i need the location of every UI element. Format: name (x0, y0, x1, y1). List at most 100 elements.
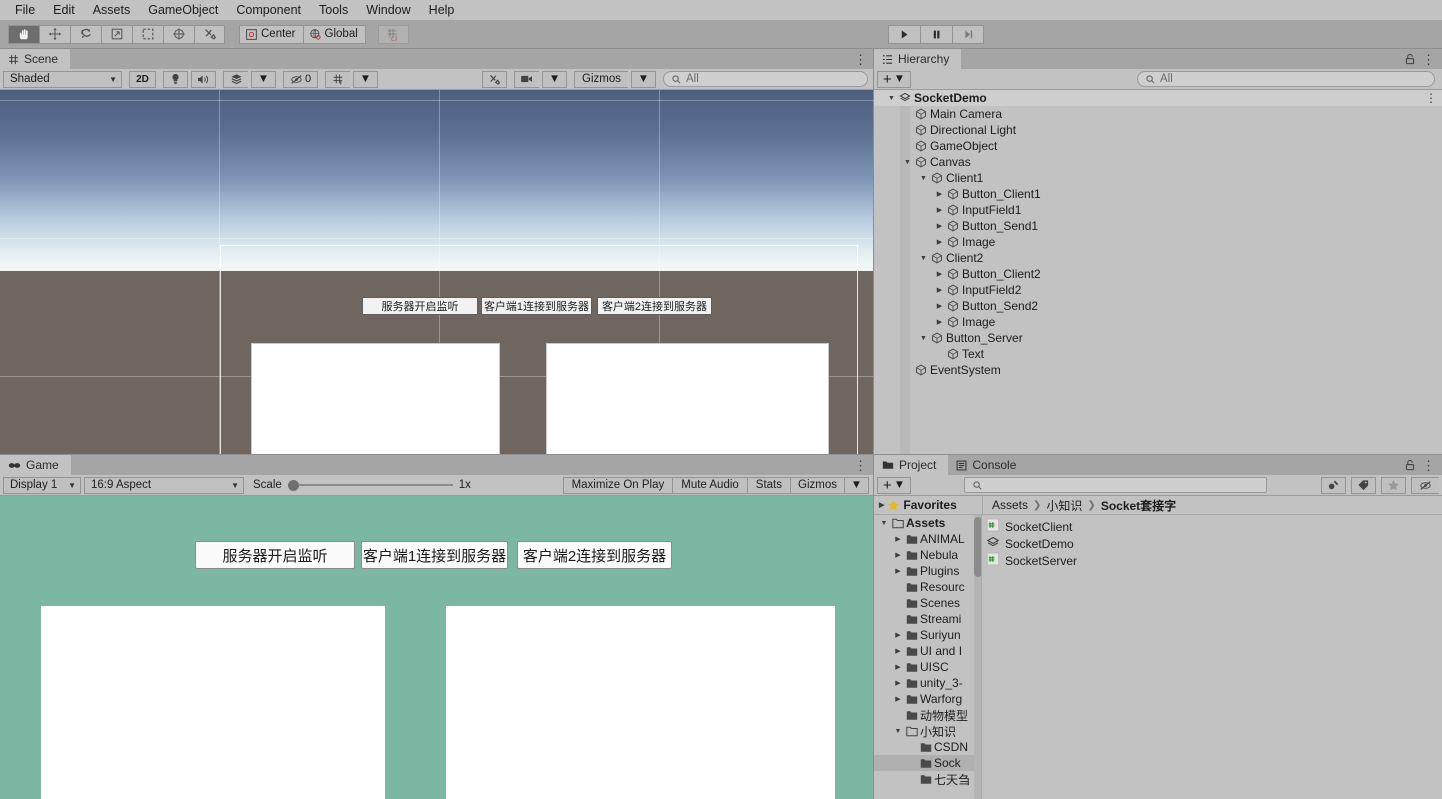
hierarchy-item-button-send1[interactable]: ▶ Button_Send1 (874, 218, 1442, 234)
project-folder-小知识[interactable]: ▼ 小知识 (874, 723, 974, 739)
menu-item-tools[interactable]: Tools (310, 0, 357, 20)
menu-item-assets[interactable]: Assets (84, 0, 140, 20)
stats-button[interactable]: Stats (746, 476, 791, 494)
scale-tool-button[interactable] (101, 24, 132, 44)
scene-options-kebab[interactable]: ⋮ (854, 53, 867, 66)
hierarchy-item-button-client1[interactable]: ▶ Button_Client1 (874, 186, 1442, 202)
game-button-client2[interactable]: 客户端2连接到服务器 (517, 541, 672, 569)
hierarchy-item-inputfield1[interactable]: ▶ InputField1 (874, 202, 1442, 218)
project-folder-ui-and-i[interactable]: ▶ UI and I (874, 643, 974, 659)
scale-slider-thumb[interactable] (287, 480, 299, 491)
game-gizmos-dropdown[interactable]: ▼ (844, 476, 869, 494)
tab-scene[interactable]: Scene (0, 49, 71, 69)
scene-search-input[interactable]: All (663, 71, 868, 87)
chevron-down-icon[interactable]: ▼ (918, 255, 929, 262)
breadcrumb-item-assets[interactable]: Assets (992, 498, 1028, 512)
game-button-client1[interactable]: 客户端1连接到服务器 (361, 541, 508, 569)
project-folder-animal[interactable]: ▶ ANIMAL (874, 531, 974, 547)
chevron-down-icon[interactable]: ▼ (918, 175, 929, 182)
project-folder-unity-3-[interactable]: ▶ unity_3- (874, 675, 974, 691)
grid-snap-button[interactable] (377, 24, 409, 44)
project-folder-streami[interactable]: Streami (874, 611, 974, 627)
project-file-socketserver[interactable]: SocketServer (982, 552, 1442, 569)
menu-item-gameobject[interactable]: GameObject (139, 0, 227, 20)
scene-gizmos-button[interactable]: Gizmos (574, 70, 628, 88)
hierarchy-item-image[interactable]: ▶ Image (874, 234, 1442, 250)
scene-fx-dropdown[interactable]: ▼ (251, 70, 276, 88)
project-file-socketdemo[interactable]: SocketDemo (982, 535, 1442, 552)
project-folder-csdn[interactable]: CSDN (874, 739, 974, 755)
hierarchy-tree[interactable]: ▼ SocketDemo ⋮ Main Camera Directional Light… (874, 90, 1442, 455)
tab-hierarchy[interactable]: Hierarchy (874, 49, 962, 69)
hierarchy-item-inputfield2[interactable]: ▶ InputField2 (874, 282, 1442, 298)
display-dropdown[interactable]: Display 1 ▼ (3, 476, 81, 494)
project-folder-sock[interactable]: Sock (874, 755, 974, 771)
chevron-down-icon[interactable]: ▼ (902, 159, 913, 166)
chevron-down-icon[interactable]: ▼ (878, 520, 890, 527)
hierarchy-item-button-client2[interactable]: ▶ Button_Client2 (874, 266, 1442, 282)
transform-tool-button[interactable] (163, 24, 194, 44)
scene-tools-button[interactable] (482, 70, 508, 88)
scene-audio-count-button[interactable]: 0 (283, 70, 318, 88)
menu-item-help[interactable]: Help (420, 0, 464, 20)
handle-mode-button[interactable]: Global (302, 24, 366, 44)
rotate-tool-button[interactable] (70, 24, 101, 44)
project-folder-suriyun[interactable]: ▶ Suriyun (874, 627, 974, 643)
scale-slider-group[interactable]: Scale 1x (253, 479, 471, 491)
scene-lighting-button[interactable] (163, 70, 188, 88)
chevron-right-icon[interactable]: ▶ (934, 302, 945, 310)
hierarchy-item-gameobject[interactable]: GameObject (874, 138, 1442, 154)
project-visibility-button[interactable] (1411, 476, 1439, 494)
project-search-input[interactable] (963, 477, 1267, 493)
chevron-right-icon[interactable]: ▶ (892, 695, 904, 703)
chevron-right-icon[interactable]: ▶ (892, 647, 904, 655)
project-folder-resourc[interactable]: Resourc (874, 579, 974, 595)
scene-fx-button[interactable] (223, 70, 248, 88)
chevron-down-icon[interactable]: ▼ (886, 95, 897, 102)
hierarchy-item-button-send2[interactable]: ▶ Button_Send2 (874, 298, 1442, 314)
project-folder-tree[interactable]: ▼ Assets ▶ ANIMAL ▶ Nebula ▶ Plugins Resourc Scen… (874, 515, 974, 799)
scene-audio-button[interactable] (191, 70, 216, 88)
hierarchy-create-button[interactable]: + ▼ (877, 70, 911, 88)
lock-icon[interactable] (1405, 53, 1415, 65)
hierarchy-item-client1[interactable]: ▼ Client1 (874, 170, 1442, 186)
move-tool-button[interactable] (39, 24, 70, 44)
project-file-socketclient[interactable]: SocketClient (982, 518, 1442, 535)
menu-item-file[interactable]: File (6, 0, 44, 20)
hierarchy-item-text[interactable]: Text (874, 346, 1442, 362)
hierarchy-item-image[interactable]: ▶ Image (874, 314, 1442, 330)
project-folder-七天刍[interactable]: 七天刍 (874, 771, 974, 787)
game-button-server[interactable]: 服务器开启监听 (195, 541, 355, 569)
chevron-right-icon[interactable]: ▶ (934, 222, 945, 230)
hierarchy-item-eventsystem[interactable]: EventSystem (874, 362, 1442, 378)
lock-icon[interactable] (1405, 459, 1415, 471)
project-file-list[interactable]: SocketClient SocketDemo SocketServer (982, 515, 1442, 799)
project-folder-动物模型[interactable]: 动物模型 (874, 707, 974, 723)
breadcrumb-item-current[interactable]: Socket套接字 (1101, 497, 1176, 514)
project-favorites-button[interactable] (1381, 476, 1406, 494)
hand-tool-button[interactable] (8, 24, 39, 44)
scene-grid-button[interactable] (325, 70, 350, 88)
chevron-right-icon[interactable]: ▶ (934, 318, 945, 326)
project-folder-scenes[interactable]: Scenes (874, 595, 974, 611)
hierarchy-row-kebab[interactable]: ⋮ (1425, 91, 1437, 105)
chevron-right-icon[interactable]: ▶ (934, 206, 945, 214)
hierarchy-item-button-server[interactable]: ▼ Button_Server (874, 330, 1442, 346)
chevron-right-icon[interactable]: ▶ (934, 190, 945, 198)
chevron-right-icon[interactable]: ▶ (892, 567, 904, 575)
tab-game[interactable]: Game (0, 455, 71, 475)
scene-button-client1[interactable]: 客户端1连接到服务器 (481, 297, 592, 315)
pause-button[interactable] (920, 24, 952, 44)
project-filter-label-button[interactable] (1351, 476, 1376, 494)
chevron-down-icon[interactable]: ▼ (918, 335, 929, 342)
tab-project[interactable]: Project (874, 455, 949, 475)
chevron-right-icon[interactable]: ▶ (892, 535, 904, 543)
chevron-right-icon[interactable]: ▶ (892, 663, 904, 671)
menu-item-window[interactable]: Window (357, 0, 419, 20)
hierarchy-item-main-camera[interactable]: Main Camera (874, 106, 1442, 122)
project-create-button[interactable]: + ▼ (877, 476, 911, 494)
project-folder-uisc[interactable]: ▶ UISC (874, 659, 974, 675)
step-button[interactable] (952, 24, 984, 44)
breadcrumb-item-folder[interactable]: 小知识 (1046, 497, 1082, 514)
scene-viewport[interactable]: 服务器开启监听 客户端1连接到服务器 客户端2连接到服务器 输入聊天内容... … (0, 90, 874, 455)
